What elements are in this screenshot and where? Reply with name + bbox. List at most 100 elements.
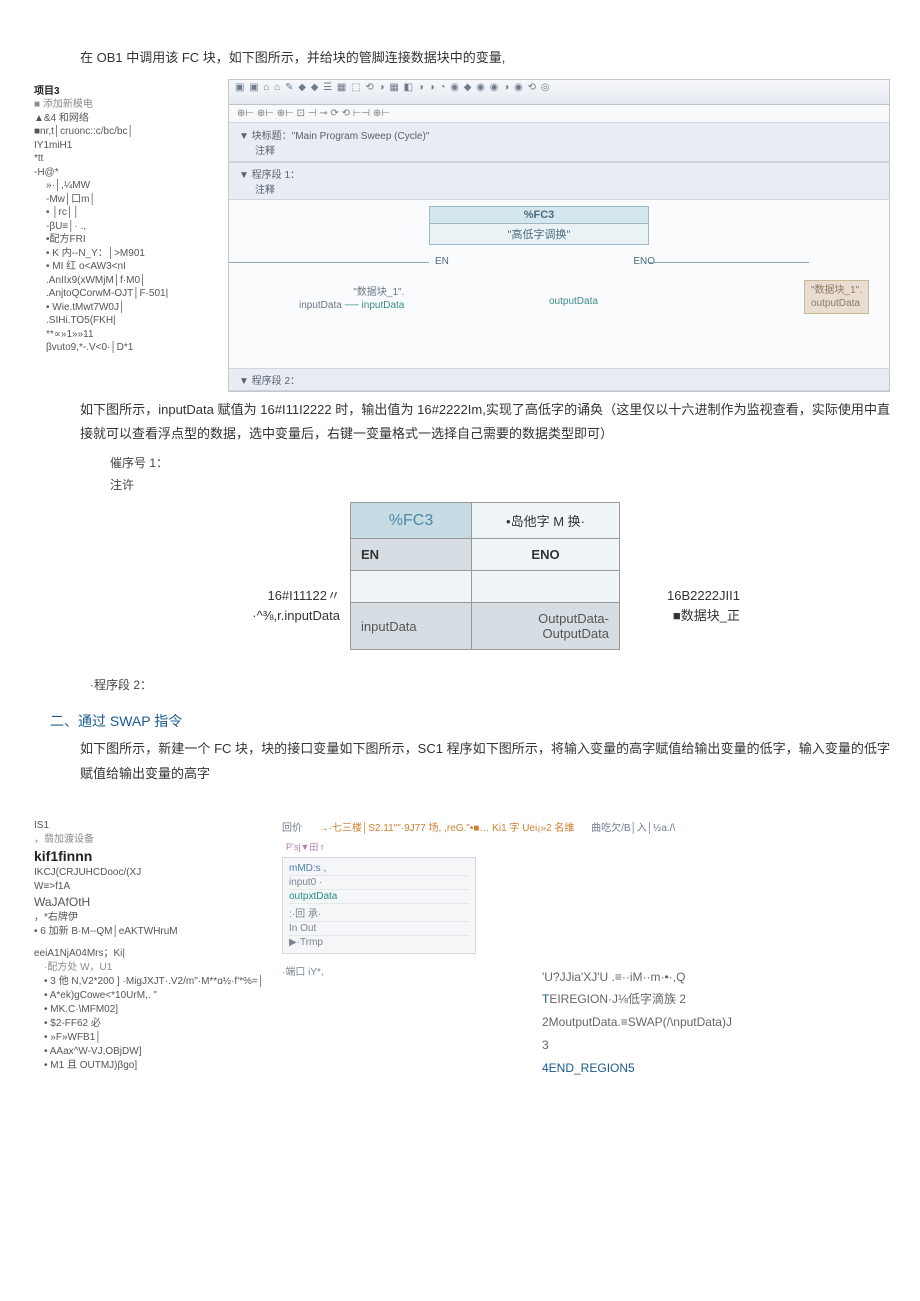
tree-row: • AAax^W-VJ,OBjDW] bbox=[34, 1045, 274, 1059]
tree-title: 项目3 bbox=[34, 85, 224, 99]
tree-row: • MK.C·\MFM02] bbox=[34, 1003, 274, 1017]
iface-row: ▶·Trmp bbox=[289, 936, 469, 949]
section-heading-swap: 二、通过 SWAP 指令 bbox=[30, 711, 890, 731]
screenshot-1: 项目3 ■ 添加新模电 ▲&4 和网络 ■nr,t│cruonc::c/bc/b… bbox=[30, 79, 890, 392]
wire-var-out: outputData bbox=[811, 298, 860, 309]
segment-2-strip: ▼ 程序段 2： bbox=[229, 368, 889, 391]
fc3-monitor-figure: 16#I11122〃 ·^⅜,r.inputData %FC3 •岛他字 M 换… bbox=[160, 502, 750, 650]
tree-row: WaJAfOtH bbox=[34, 894, 274, 911]
pin-input: inputData bbox=[362, 300, 405, 311]
small-row: ·端口 iY*, bbox=[282, 966, 402, 980]
screenshot-2: IS1 ，翡加渡设备 kif1finnn IKCJ(CRJUHCDooc/(XJ… bbox=[30, 815, 890, 1084]
right-label: ■数据块_正 bbox=[673, 608, 740, 623]
tree-row: • »F»WFB1│ bbox=[34, 1031, 274, 1045]
tree-row: ，*右牌伊 bbox=[34, 911, 274, 925]
editor-toolbar[interactable]: ▣ ▣ ⌂ ⌂ ✎ ◆ ◆ ☰ ▦ ⬚ ⟲ ◑ ▦ ◧ ◑ ◑ ◔ ◉ ◆ ◉ … bbox=[229, 80, 889, 105]
block-editor: ▣ ▣ ⌂ ⌂ ✎ ◆ ◆ ☰ ▦ ⬚ ⟲ ◑ ▦ ◧ ◑ ◑ ◔ ◉ ◆ ◉ … bbox=[228, 79, 890, 392]
seg-note-1: 催序号 1： bbox=[30, 453, 890, 475]
wire-db: "数据块_1". bbox=[353, 287, 404, 298]
hdr-d: Pʼsj▼田 r bbox=[286, 840, 886, 853]
fc3-pin-in: inputData bbox=[351, 603, 472, 650]
hdr-c: 曲吃欠/B│入│½a./\ bbox=[591, 823, 675, 834]
fc3-eno: ENO bbox=[472, 539, 620, 571]
iface-row: :·回 承· bbox=[289, 904, 469, 922]
code-line-3: 3 bbox=[542, 1034, 732, 1057]
en-eno-row: EN ENO bbox=[429, 256, 661, 267]
intro-paragraph: 在 OB1 中调用该 FC 块，如下图所示，并给块的管脚连接数据块中的变量, bbox=[30, 46, 890, 71]
tree-row: W≡>f1A bbox=[34, 880, 274, 894]
code-line-4: 4END_REGION5 bbox=[542, 1057, 732, 1080]
wire bbox=[229, 262, 429, 263]
wire bbox=[649, 262, 809, 263]
project-tree-2: IS1 ，翡加渡设备 kif1finnn IKCJ(CRJUHCDooc/(XJ… bbox=[30, 815, 278, 1084]
editor-nav-strip[interactable]: ⊕⊢ ⊕⊢ ⊕⊢ ⊡ ⊣ ⊸ ⟳ ⟲ ⊢⊣ ⊕⊢ bbox=[229, 105, 889, 123]
iface-row: outpxtData bbox=[289, 890, 469, 904]
tree-row: • 3 他 N,V2*200 ] ·MigJXJT·.V2/m"·M**ɑ½·f… bbox=[34, 975, 274, 989]
editor-2-header: 回价 →·七三楼│S2.11""·9J77 场, ,reG."•■… Ki1 字… bbox=[282, 819, 886, 834]
small-block: ·端口 iY*, bbox=[282, 966, 402, 1080]
block-comment: 注释 bbox=[239, 146, 275, 157]
fc3-pin-out: OutputData-OutputData bbox=[472, 603, 620, 650]
left-value: 16#I11122〃 bbox=[267, 588, 340, 603]
paragraph-2: 如下图所示，inputData 赋值为 16#I11I2222 时，输出值为 1… bbox=[30, 398, 890, 447]
code-line-2: 2MoutputData.≡SWAP(/\nputData)J bbox=[542, 1011, 732, 1034]
tree-row: .AnjtoQCorwM-OJT│F·501| bbox=[34, 287, 224, 301]
tree-row: • │rc││ bbox=[34, 206, 224, 220]
segment-2-text: ·程序段 2： bbox=[30, 676, 890, 693]
tree-row: IY1miH1 bbox=[34, 139, 224, 153]
tree-row: ·配方处 W，U1 bbox=[34, 961, 274, 975]
input-wire-label: "数据块_1". inputData ── inputData bbox=[299, 286, 404, 312]
tree-row: **∝»1»»11 bbox=[34, 328, 224, 342]
hdr-b: →·七三楼│S2.11""·9J77 场, ,reG."•■… Ki1 字 Ue… bbox=[319, 823, 575, 834]
tree-row: • 6 加新 B·M--QM│eAKTWHruM bbox=[34, 925, 274, 939]
iface-row: In Out bbox=[289, 922, 469, 936]
tree-row: -H@* bbox=[34, 166, 224, 180]
tree-row: IS1 bbox=[34, 819, 274, 833]
tree-row: IKCJ(CRJUHCDooc/(XJ bbox=[34, 866, 274, 880]
fc-id: %FC3 bbox=[429, 206, 649, 224]
segment-1-label: ▼ 程序段 1： bbox=[239, 170, 300, 181]
seg-note-2: 注许 bbox=[30, 475, 890, 497]
block-title-row: ▼ 块标题："Main Program Sweep (Cycle)" 注释 bbox=[229, 123, 889, 162]
interface-table: mMD:s , input0 · outpxtData :·回 承· In Ou… bbox=[282, 857, 476, 954]
tree-row: • MI 红 o<AW3<nI bbox=[34, 260, 224, 274]
segment-header: ▼ 程序段 1： 注释 bbox=[229, 162, 889, 200]
output-wire-label: "数据块_1". outputData bbox=[804, 280, 869, 314]
ladder-canvas: %FC3 "高低字调换" EN ENO "数据块_1". inputData ─… bbox=[229, 200, 889, 368]
fc-name: "高低字调换" bbox=[429, 224, 649, 245]
scl-code: 'U?JJia'XJ'U .≡··iM··m·•·,Q TEIREGION·J⅛… bbox=[542, 966, 732, 1080]
iface-row: input0 · bbox=[289, 876, 469, 890]
tree-row: eeiA1NjA04Mrs；Ki| bbox=[34, 947, 274, 961]
editor-2: 回价 →·七三楼│S2.11""·9J77 场, ,reG."•■… Ki1 字… bbox=[278, 815, 890, 1084]
fc3-en: EN bbox=[351, 539, 472, 571]
right-value: 16B2222JII1 bbox=[667, 588, 740, 603]
fc-block[interactable]: %FC3 "高低字调换" bbox=[429, 206, 649, 245]
pin-output: outputData bbox=[549, 296, 598, 307]
en-label: EN bbox=[435, 256, 449, 267]
code-line-1: EIREGION·J⅛低字滴族 2 bbox=[549, 992, 686, 1006]
paragraph-3: 如下图所示，新建一个 FC 块，块的接口变量如下图所示，SC1 程序如下图所示，… bbox=[30, 737, 890, 786]
tree-row: • K 内--N_Y：│>M901 bbox=[34, 247, 224, 261]
fc3-name: •岛他字 M 换· bbox=[472, 503, 620, 539]
tree-row: -βU≡│· ., bbox=[34, 220, 224, 234]
tree-row: • Wie.tMwt7W0J│ bbox=[34, 301, 224, 315]
tree-row: • $2-FF62 必 bbox=[34, 1017, 274, 1031]
tree-row: •配方FRI bbox=[34, 233, 224, 247]
segment-comment: 注释 bbox=[239, 185, 275, 196]
tree-row: »·│,¼MW bbox=[34, 179, 224, 193]
project-tree: 项目3 ■ 添加新模电 ▲&4 和网络 ■nr,t│cruonc::c/bc/b… bbox=[30, 79, 228, 392]
code-quote: 'U?JJia'XJ'U .≡··iM··m·•·,Q bbox=[542, 966, 732, 989]
tree-row: kif1finnn bbox=[34, 847, 274, 867]
tree-row: • A*ek)gCowe<*10UrM,. " bbox=[34, 989, 274, 1003]
tree-row: βvuto9,*-.V<0·│D*1 bbox=[34, 341, 224, 355]
tree-row: ■ 添加新模电 bbox=[34, 98, 224, 112]
tree-row: -Mw│口m│ bbox=[34, 193, 224, 207]
tree-row: *tt bbox=[34, 152, 224, 166]
tree-row: .AnIIx9(xWMjM│f·M0│ bbox=[34, 274, 224, 288]
tree-row: ■nr,t│cruonc::c/bc/bc│ bbox=[34, 125, 224, 139]
block-title: ▼ 块标题："Main Program Sweep (Cycle)" bbox=[239, 131, 429, 142]
wire-var: inputData bbox=[299, 300, 342, 311]
hdr-a: 回价 bbox=[282, 823, 302, 834]
fc3-id: %FC3 bbox=[351, 503, 472, 539]
wire-db-out: "数据块_1". bbox=[811, 285, 862, 296]
